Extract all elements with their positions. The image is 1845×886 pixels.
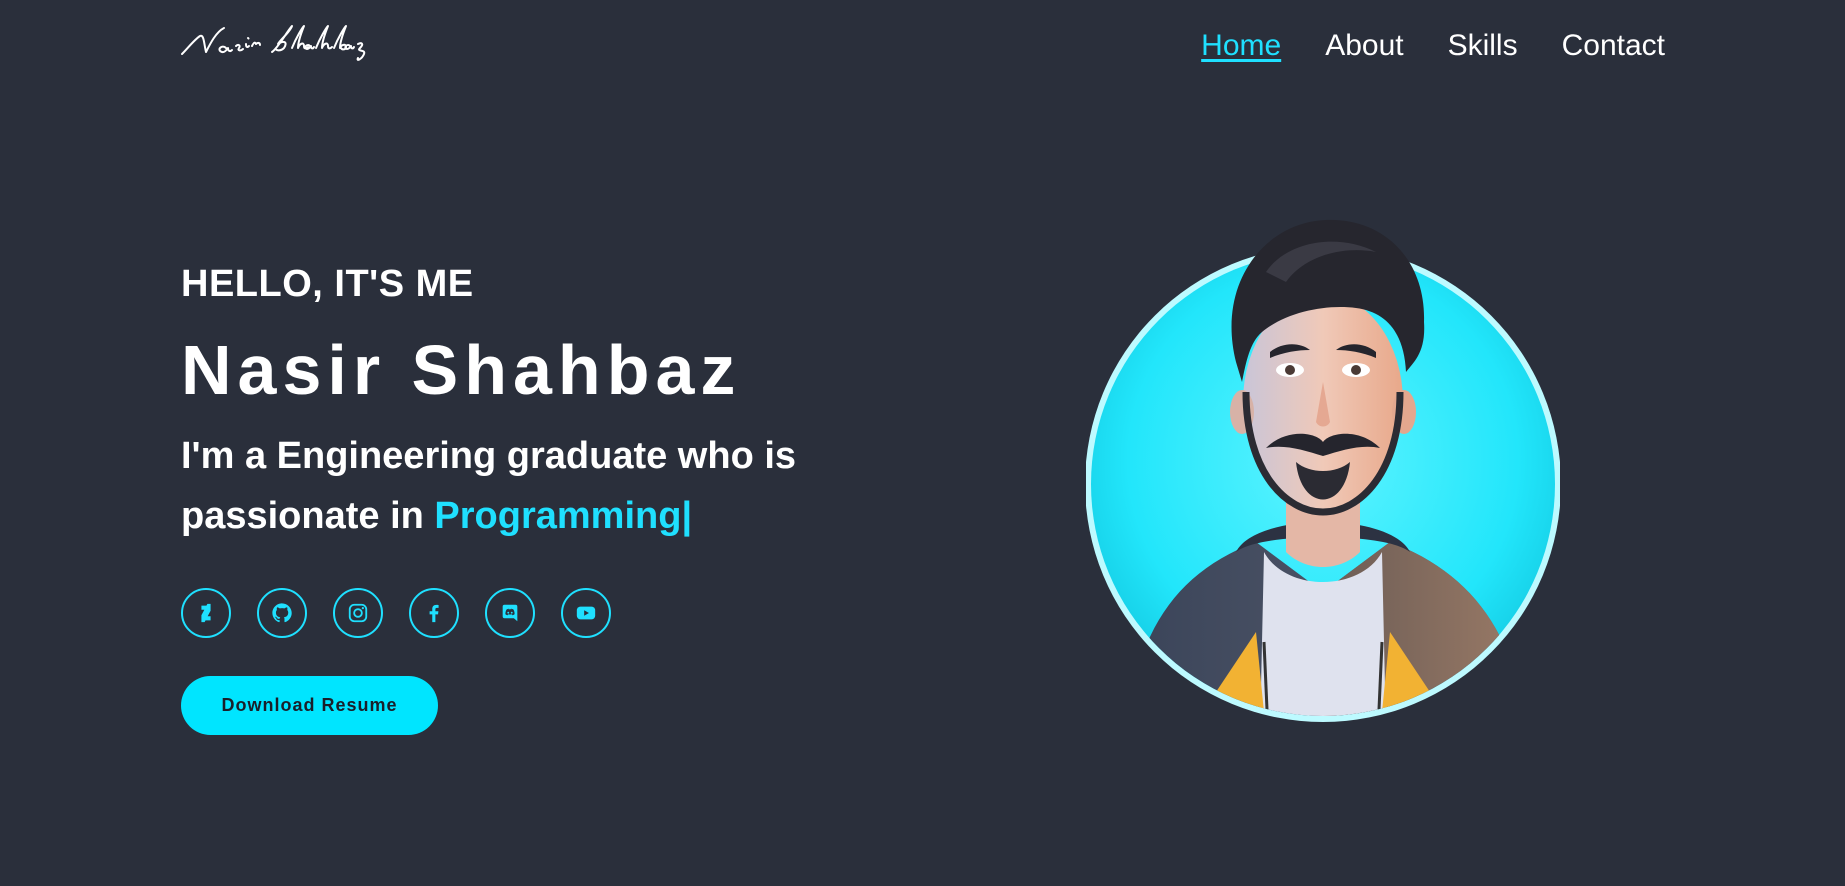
typed-word: Programming|	[434, 495, 693, 537]
avatar-portrait-icon	[1086, 219, 1560, 722]
youtube-icon	[576, 606, 596, 620]
social-link-youtube[interactable]	[561, 588, 611, 638]
social-links	[181, 588, 941, 638]
logo-signature[interactable]	[180, 18, 380, 66]
signature-logo-icon	[181, 25, 366, 61]
hero-section: HELLO, IT'S ME Nasir Shahbaz I'm a Engin…	[181, 258, 941, 735]
social-link-facebook[interactable]	[409, 588, 459, 638]
nav-link-contact[interactable]: Contact	[1562, 28, 1665, 64]
social-link-github[interactable]	[257, 588, 307, 638]
main-nav: Home About Skills Contact	[1201, 28, 1665, 64]
facebook-icon	[429, 604, 439, 623]
download-resume-button[interactable]: Download Resume	[181, 676, 438, 735]
hero-greeting: HELLO, IT'S ME	[181, 263, 474, 305]
nav-link-home[interactable]: Home	[1201, 28, 1281, 64]
page: Home About Skills Contact HELLO, IT'S ME…	[0, 0, 1845, 886]
github-icon	[272, 603, 292, 623]
avatar	[1086, 212, 1560, 722]
deviantart-icon	[201, 603, 211, 623]
social-link-deviantart[interactable]	[181, 588, 231, 638]
nav-link-skills[interactable]: Skills	[1448, 28, 1518, 64]
instagram-icon	[348, 603, 368, 623]
hero-tagline: I'm a Engineering graduate who is passio…	[181, 426, 941, 546]
nav-link-about[interactable]: About	[1325, 28, 1403, 64]
social-link-instagram[interactable]	[333, 588, 383, 638]
discord-icon	[502, 604, 518, 622]
hero-name: Nasir Shahbaz	[181, 331, 742, 409]
social-link-discord[interactable]	[485, 588, 535, 638]
